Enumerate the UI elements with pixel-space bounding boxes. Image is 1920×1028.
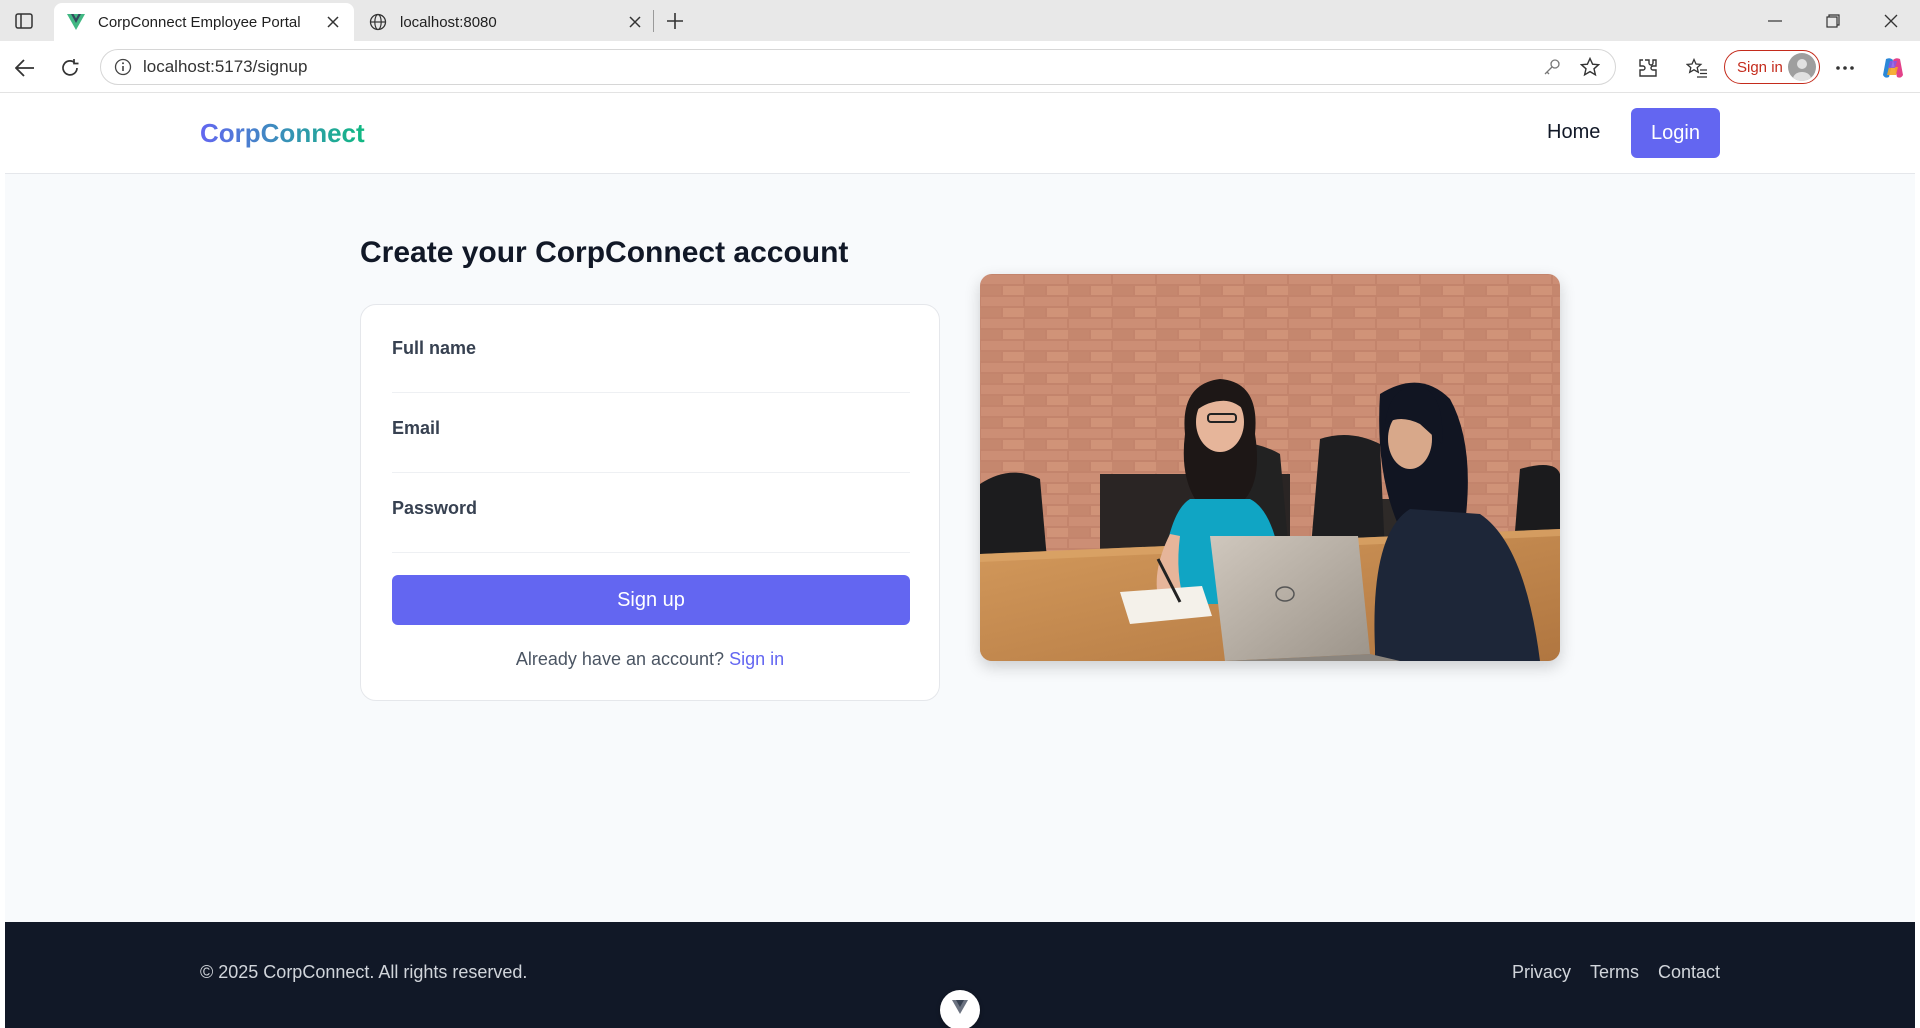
restore-icon[interactable] [1818, 7, 1848, 35]
password-label: Password [392, 498, 478, 518]
footer-link-privacy[interactable]: Privacy [1512, 962, 1571, 983]
email-input[interactable] [392, 447, 910, 473]
signin-prompt: Already have an account? Sign in [361, 649, 939, 670]
avatar-icon [1788, 53, 1816, 81]
close-icon[interactable] [624, 11, 646, 33]
window-close-icon[interactable] [1876, 7, 1906, 35]
password-input[interactable] [392, 527, 910, 553]
profile-signin-label: Sign in [1737, 58, 1783, 76]
email-label: Email [392, 418, 441, 438]
full-name-input[interactable] [392, 367, 910, 393]
hero-image [980, 274, 1560, 661]
site-header: CorpConnect Home Login [5, 94, 1915, 174]
page-title: Create your CorpConnect account [360, 236, 849, 269]
tab-title: localhost:8080 [400, 13, 497, 31]
footer-link-terms[interactable]: Terms [1590, 962, 1639, 983]
refresh-icon[interactable] [55, 53, 85, 83]
footer-link-contact[interactable]: Contact [1658, 962, 1720, 983]
footer-links: Privacy Terms Contact [1512, 962, 1720, 983]
minimize-icon[interactable] [1760, 7, 1790, 35]
page: CorpConnect Home Login Create your CorpC… [5, 94, 1915, 1028]
url-text: localhost:5173/signup [143, 57, 308, 76]
brand-logo[interactable]: CorpConnect [200, 118, 365, 149]
vue-devtools-icon [952, 1000, 968, 1019]
browser-toolbar: localhost:5173/signup Sign in [0, 41, 1920, 93]
new-tab-icon[interactable] [662, 8, 688, 34]
browser-tab-bar: CorpConnect Employee Portal localhost:80… [0, 0, 1920, 41]
close-icon[interactable] [322, 11, 344, 33]
browser-tab[interactable]: localhost:8080 [356, 3, 656, 41]
copyright-text: © 2025 CorpConnect. All rights reserved. [200, 962, 528, 982]
back-arrow-icon[interactable] [10, 53, 40, 83]
site-info-icon[interactable] [113, 57, 133, 77]
more-options-icon[interactable] [1830, 53, 1860, 83]
address-bar[interactable]: localhost:5173/signup [100, 49, 1616, 85]
vue-devtools-button[interactable] [940, 990, 980, 1028]
vue-icon [66, 12, 86, 32]
office-meeting-photo [980, 274, 1560, 661]
signup-form: Full name Email Password Sign up Already… [360, 304, 940, 701]
key-icon[interactable] [1539, 54, 1565, 80]
browser-tab-active[interactable]: CorpConnect Employee Portal [54, 3, 354, 41]
extensions-icon[interactable] [1633, 53, 1663, 83]
copilot-icon[interactable] [1878, 53, 1908, 83]
favorite-star-icon[interactable] [1577, 54, 1603, 80]
signup-button[interactable]: Sign up [392, 575, 910, 625]
tab-actions-icon[interactable] [12, 9, 36, 33]
globe-icon [368, 12, 388, 32]
tab-divider [653, 10, 654, 32]
favorites-list-icon[interactable] [1682, 53, 1712, 83]
nav-home-link[interactable]: Home [1547, 121, 1600, 144]
profile-signin-button[interactable]: Sign in [1724, 50, 1820, 84]
signin-link[interactable]: Sign in [729, 649, 784, 669]
login-button[interactable]: Login [1631, 108, 1720, 158]
signin-prompt-text: Already have an account? [515, 649, 725, 669]
full-name-label: Full name [392, 338, 477, 358]
tab-title: CorpConnect Employee Portal [98, 13, 301, 31]
